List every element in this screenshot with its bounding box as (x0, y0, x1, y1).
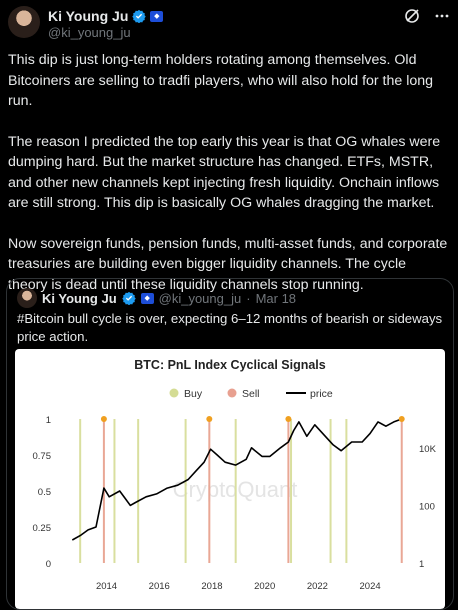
signal-marker (285, 416, 292, 422)
chart-legend: Buy Sell price (169, 388, 333, 400)
quote-author-name: Ki Young Ju (42, 290, 117, 306)
legend-label: Sell (242, 388, 260, 400)
x-axis-tick: 2024 (360, 581, 381, 592)
tweet-text: This dip is just long-term holders rotat… (8, 50, 448, 315)
chart-image: BTC: PnL Index Cyclical Signals Buy Sell p… (15, 349, 445, 609)
left-axis-tick: 0 (46, 559, 51, 570)
x-axis-tick: 2016 (149, 581, 170, 592)
signal-marker (100, 416, 107, 422)
chart-axes: 1 0.75 0.5 0.25 0 10K 100 1 2014 2016 2018 2020 2022… (33, 415, 437, 592)
quoted-tweet[interactable]: Ki Young Ju ◆ @ki_young_ju · Mar 18 #Bit… (6, 278, 454, 610)
quote-date: Mar 18 (255, 290, 297, 306)
avatar[interactable] (8, 6, 40, 38)
more-icon[interactable] (434, 8, 450, 24)
author-name[interactable]: Ki Young Ju (48, 8, 128, 24)
left-axis-tick: 0.75 (33, 451, 52, 462)
left-axis-tick: 0.25 (33, 523, 52, 534)
pnl-index-chart: BTC: PnL Index Cyclical Signals Buy Sell p… (33, 358, 437, 592)
left-axis-tick: 0.5 (38, 487, 51, 498)
x-axis-tick: 2018 (201, 581, 222, 592)
x-axis-tick: 2014 (96, 581, 117, 592)
affiliate-badge-icon: ◆ (140, 292, 154, 304)
legend-label: Buy (184, 388, 203, 400)
tweet-paragraph: This dip is just long-term holders rotat… (8, 52, 434, 109)
tweet-header: Ki Young Ju ◆ @ki_young_ju (8, 6, 450, 40)
right-axis-tick: 1 (419, 559, 424, 570)
x-axis-tick: 2020 (254, 581, 275, 592)
signal-markers (100, 416, 405, 422)
legend-label: price (310, 388, 333, 400)
signal-marker (206, 416, 213, 422)
right-axis-tick: 10K (419, 444, 437, 455)
signal-marker (398, 416, 405, 422)
quote-author-handle: @ki_young_ju (158, 290, 242, 306)
verified-badge-icon (132, 9, 147, 23)
chart-title: BTC: PnL Index Cyclical Signals (134, 358, 326, 372)
right-axis-tick: 100 (419, 501, 435, 512)
verified-badge-icon (121, 291, 136, 305)
author-handle[interactable]: @ki_young_ju (48, 25, 131, 40)
left-axis-tick: 1 (46, 415, 51, 426)
affiliate-badge-icon: ◆ (150, 10, 164, 22)
grok-icon[interactable] (404, 8, 420, 24)
avatar (17, 288, 37, 308)
separator: · (246, 290, 251, 306)
author-name-row: Ki Young Ju ◆ (48, 8, 164, 24)
legend-swatch (169, 388, 179, 398)
quote-text: #Bitcoin bull cycle is over, expecting 6… (17, 311, 443, 344)
x-axis-tick: 2022 (307, 581, 328, 592)
tweet-paragraph: The reason I predicted the top early thi… (8, 133, 441, 212)
quote-header: Ki Young Ju ◆ @ki_young_ju · Mar 18 (17, 288, 296, 308)
legend-swatch (227, 388, 237, 398)
